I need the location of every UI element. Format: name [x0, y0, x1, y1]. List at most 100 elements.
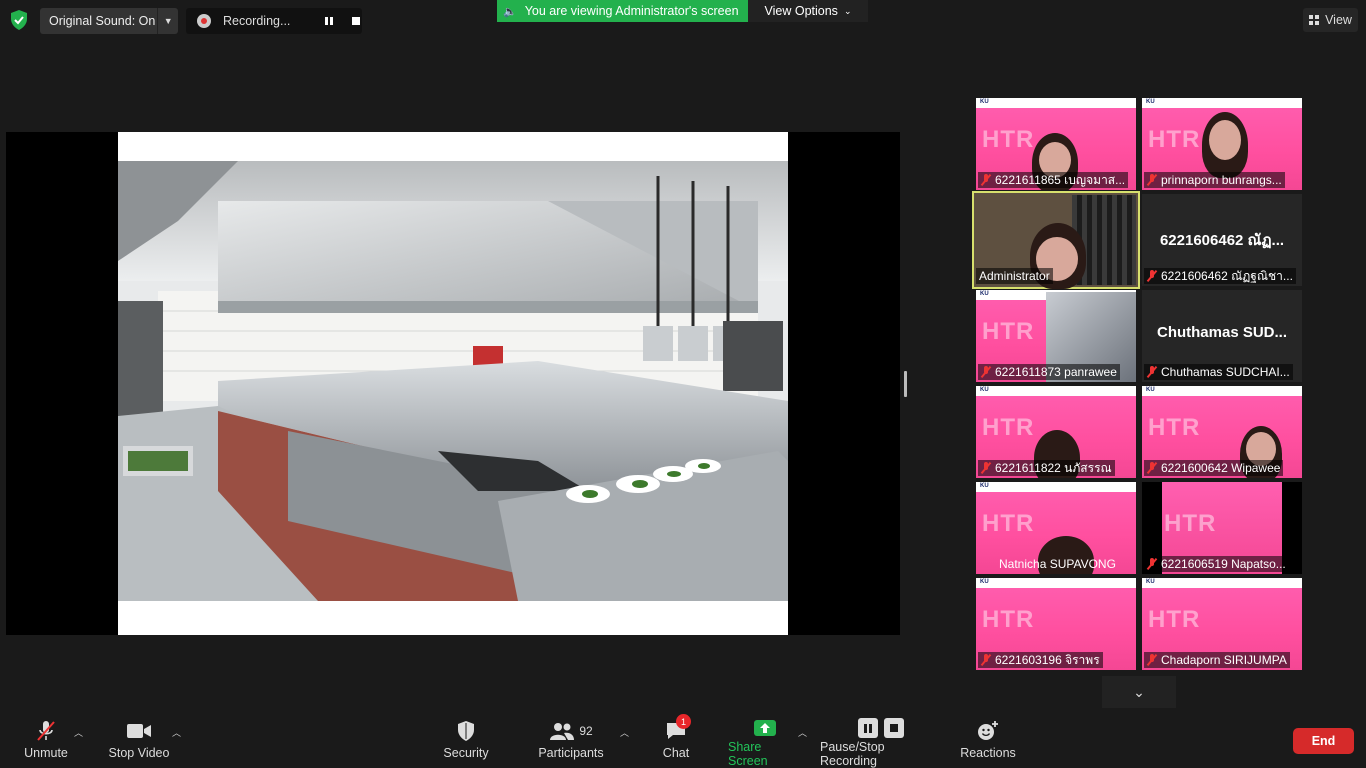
- mic-muted-icon: [1147, 270, 1157, 282]
- virtual-bg-text: HTR: [982, 414, 1035, 441]
- mic-muted-icon: [981, 654, 991, 666]
- share-screen-label: Share Screen: [728, 740, 768, 768]
- participant-name: prinnaporn bunrangs...: [1161, 173, 1282, 187]
- mic-muted-icon: [1147, 366, 1157, 378]
- unmute-button[interactable]: Unmute: [20, 718, 72, 766]
- chevron-down-icon: ⌄: [843, 5, 852, 16]
- participants-label: Participants: [538, 746, 604, 760]
- participant-name: 6221611865 เบญจมาส...: [995, 172, 1126, 187]
- virtual-bg-text: HTR: [982, 126, 1035, 153]
- chat-button[interactable]: 1 Chat: [660, 714, 692, 766]
- view-button[interactable]: View: [1303, 8, 1358, 32]
- mic-muted-icon: [1147, 654, 1157, 666]
- virtual-bg-text: HTR: [982, 606, 1035, 633]
- original-sound-label: Original Sound: On: [49, 14, 156, 28]
- participant-name-bar: prinnaporn bunrangs...: [1144, 172, 1285, 188]
- video-camera-icon: [126, 718, 152, 744]
- smiley-plus-icon: [976, 718, 1000, 744]
- view-options-button[interactable]: View Options ⌄: [748, 0, 868, 22]
- security-button[interactable]: Security: [440, 718, 492, 766]
- participant-name: 6221611822 นภัสรรณ: [995, 460, 1112, 475]
- video-tile[interactable]: HTR 6221606519 Napatso...: [1142, 482, 1302, 574]
- pause-icon[interactable]: [325, 17, 333, 25]
- participants-options-chevron-icon[interactable]: ︿: [620, 726, 629, 739]
- stop-video-button[interactable]: Stop Video: [104, 718, 174, 766]
- participant-name-bar: 6221600642 Wipawee: [1144, 460, 1284, 476]
- virtual-bg-text: HTR: [982, 318, 1035, 345]
- stop-recording-icon[interactable]: [884, 718, 904, 738]
- reactions-button[interactable]: Reactions: [958, 718, 1018, 766]
- video-tile[interactable]: KU HTR 6221600642 Wipawee: [1142, 386, 1302, 478]
- participant-name: Chadaporn SIRIJUMPA: [1161, 653, 1287, 667]
- participant-name-bar: Natnicha SUPAVONG: [978, 556, 1119, 572]
- viewing-banner: 🔈 You are viewing Administrator's screen: [497, 0, 748, 22]
- participant-name: Administrator: [979, 269, 1050, 283]
- stop-icon[interactable]: [352, 17, 360, 25]
- shield-icon: [456, 718, 476, 744]
- virtual-bg-text: HTR: [1148, 126, 1201, 153]
- video-tile-active-speaker[interactable]: Administrator: [972, 191, 1140, 289]
- mic-muted-icon: [1147, 174, 1157, 186]
- participant-name: Chuthamas SUDCHAI...: [1161, 365, 1290, 379]
- original-sound-button[interactable]: Original Sound: On ▼: [40, 8, 178, 34]
- share-screen-button[interactable]: Share Screen: [728, 718, 802, 768]
- participant-name: 6221600642 Wipawee: [1161, 461, 1281, 475]
- video-tile[interactable]: KU HTR Chadaporn SIRIJUMPA: [1142, 578, 1302, 670]
- video-tile[interactable]: KU HTR prinnaporn bunrangs...: [1142, 98, 1302, 190]
- pause-stop-recording-label: Pause/Stop Recording: [820, 740, 885, 768]
- video-tile[interactable]: KU HTR 6221611873 panrawee: [976, 290, 1136, 382]
- video-tile[interactable]: KU HTR Natnicha SUPAVONG: [976, 482, 1136, 574]
- mic-muted-icon: [34, 718, 58, 744]
- name-tile[interactable]: Chuthamas SUD... Chuthamas SUDCHAI...: [1142, 290, 1302, 382]
- end-label: End: [1311, 734, 1336, 748]
- recording-label: Recording...: [223, 14, 291, 28]
- chevron-down-icon[interactable]: ▼: [157, 8, 178, 34]
- virtual-bg-text: HTR: [1148, 414, 1201, 441]
- mic-muted-icon: [981, 366, 991, 378]
- reactions-label: Reactions: [960, 746, 1016, 760]
- participant-name: 6221606519 Napatso...: [1161, 557, 1286, 571]
- chat-bubble-icon: 1: [665, 714, 691, 744]
- grid-icon: [1309, 15, 1320, 25]
- virtual-bg-text: HTR: [1148, 606, 1201, 633]
- video-tile[interactable]: KU HTR 6221603196 จิราพร: [976, 578, 1136, 670]
- security-shield-icon[interactable]: [9, 9, 29, 31]
- mic-muted-icon: [1147, 558, 1157, 570]
- split-divider-handle[interactable]: [904, 371, 907, 397]
- end-meeting-button[interactable]: End: [1293, 728, 1354, 754]
- recording-dot-icon: [197, 14, 211, 28]
- unmute-label: Unmute: [24, 746, 68, 760]
- video-tile[interactable]: KU HTR 6221611822 นภัสรรณ: [976, 386, 1136, 478]
- view-label: View: [1325, 13, 1352, 27]
- participant-name-bar: Administrator: [976, 268, 1053, 284]
- gallery-next-page-button[interactable]: ⌄: [1102, 676, 1176, 708]
- participant-name-bar: 6221611822 นภัสรรณ: [978, 460, 1115, 476]
- share-screen-icon: [753, 718, 777, 738]
- virtual-bg-text: HTR: [982, 510, 1035, 537]
- pause-recording-icon[interactable]: [858, 718, 878, 738]
- chat-label: Chat: [662, 746, 690, 760]
- mic-muted-icon: [1147, 462, 1157, 474]
- participant-name-bar: 6221611873 panrawee: [978, 364, 1120, 380]
- pause-stop-recording-button[interactable]: Pause/Stop Recording: [820, 718, 942, 768]
- participants-button[interactable]: 92 Participants: [536, 718, 606, 766]
- speaker-icon: 🔈: [503, 5, 517, 18]
- kitchen-photo: [118, 161, 788, 601]
- virtual-bg-text: HTR: [1164, 510, 1217, 537]
- video-options-chevron-icon[interactable]: ︿: [172, 726, 181, 739]
- participant-name: 6221606462 ณัฏฐณิชา...: [1161, 268, 1293, 283]
- viewing-banner-text: You are viewing Administrator's screen: [524, 4, 739, 18]
- view-options-label: View Options: [764, 4, 838, 18]
- video-tile[interactable]: KU HTR 6221611865 เบญจมาส...: [976, 98, 1136, 190]
- mic-muted-icon: [981, 174, 991, 186]
- audio-options-chevron-icon[interactable]: ︿: [74, 726, 83, 739]
- participants-count: 92: [579, 724, 593, 738]
- participant-name-bar: 6221603196 จิราพร: [978, 652, 1103, 668]
- participant-name-bar: 6221606462 ณัฏฐณิชา...: [1144, 268, 1296, 284]
- participant-name-bar: Chadaporn SIRIJUMPA: [1144, 652, 1290, 668]
- chevron-down-icon: ⌄: [1133, 683, 1145, 700]
- participant-name: Natnicha SUPAVONG: [999, 557, 1116, 571]
- participant-name-bar: Chuthamas SUDCHAI...: [1144, 364, 1293, 380]
- name-tile[interactable]: 6221606462 ณัฏ... 6221606462 ณัฏฐณิชา...: [1142, 194, 1302, 286]
- share-options-chevron-icon[interactable]: ︿: [798, 726, 807, 739]
